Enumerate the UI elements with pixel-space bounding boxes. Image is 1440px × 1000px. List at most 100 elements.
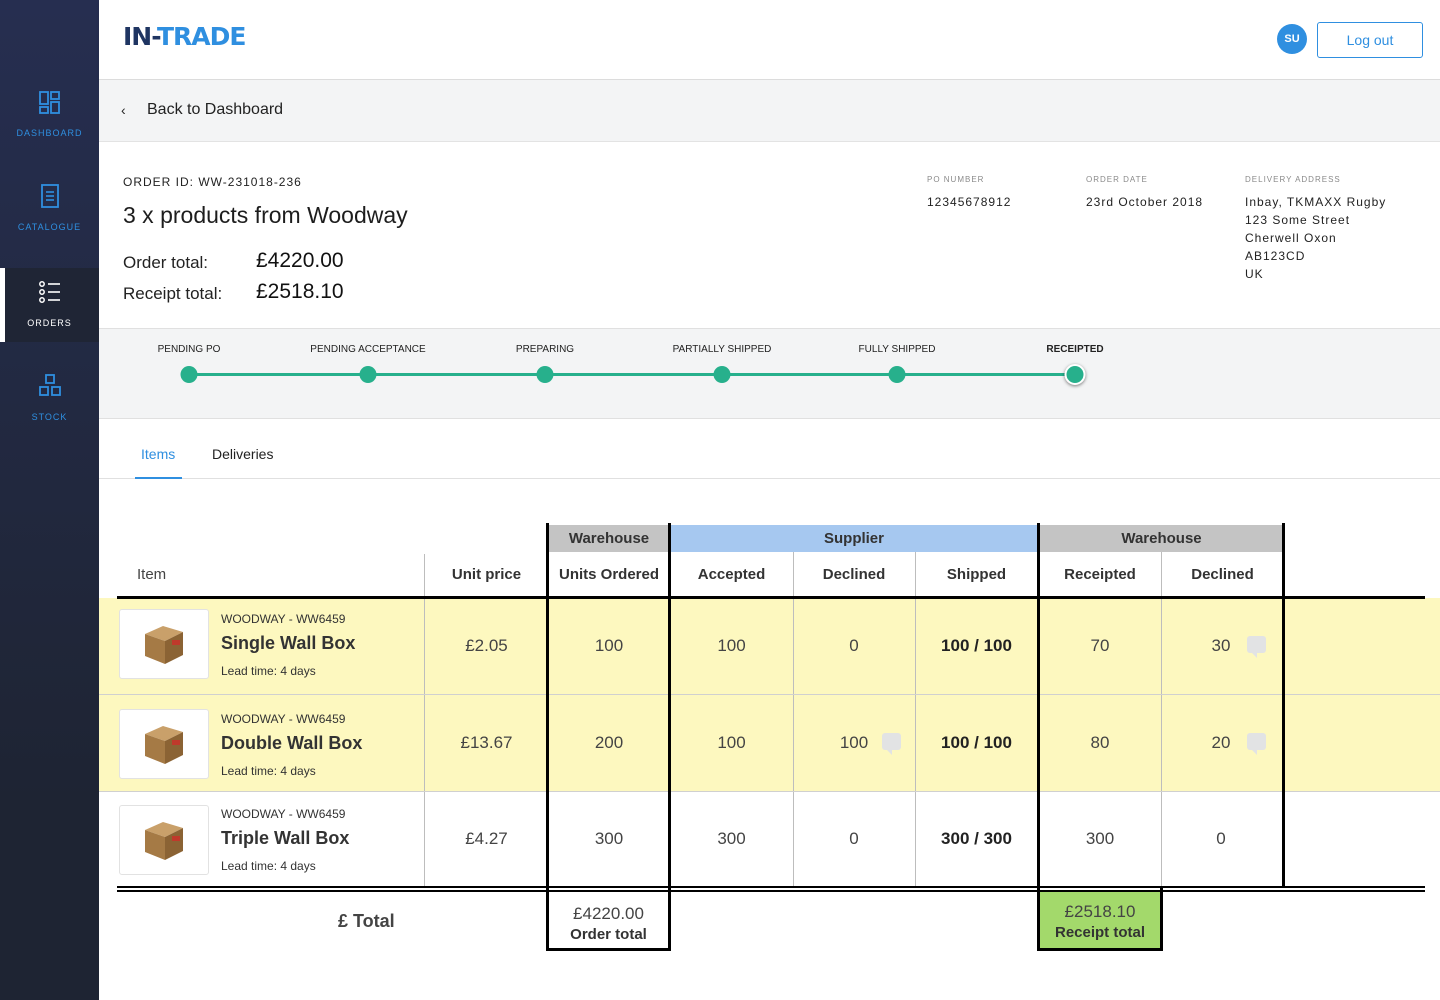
column-header-units-ordered: Units Ordered [558,566,660,583]
delivery-address-label: DELIVERY ADDRESS [1245,175,1341,184]
receipt-total-footer-value: £2518.10 [1064,902,1136,921]
tab-items[interactable]: Items [141,446,175,462]
product-name[interactable]: Double Wall Box [221,733,362,754]
status-step-dot [713,366,731,383]
group-header-warehouse: Warehouse [548,525,670,552]
comment-icon[interactable] [1247,636,1266,658]
group-border [1282,523,1285,888]
units-ordered: 300 [594,829,624,848]
column-header-declined-warehouse: Declined [1191,566,1254,583]
top-header: IN-TRADE SU Log out [99,0,1440,80]
accepted-qty: 100 [717,733,746,752]
status-step-dot [180,366,198,383]
box-icon [145,822,183,860]
warehouse-declined-qty: 0 [1216,829,1226,848]
footer-box-border [1037,948,1163,951]
box-icon [145,726,183,764]
accepted-qty: 300 [717,829,746,848]
sidebar-item-orders[interactable]: ORDERS [0,268,99,342]
status-step-label: FULLY SHIPPED [858,344,936,355]
status-step-dot [536,366,554,383]
comment-icon[interactable] [882,733,901,755]
chevron-left-icon[interactable]: ‹ [121,102,126,118]
address-line: Cherwell Oxon [1245,231,1337,245]
status-step-dot [359,366,377,383]
logo-part-in: IN- [123,22,158,51]
in-trade-logo[interactable]: IN-TRADE [123,22,246,51]
product-name[interactable]: Triple Wall Box [221,828,349,849]
logout-button[interactable]: Log out [1317,22,1423,58]
declined-qty: 0 [849,636,859,655]
order-total-value: £4220.00 [256,249,344,272]
group-header-supplier: Supplier [670,525,1038,552]
table-bottom-border [117,886,1425,888]
shipped-qty: 300 / 300 [941,829,1012,848]
product-sku: WOODWAY - WW6459 [221,612,346,626]
status-step-label: PENDING PO [157,344,221,355]
total-label: £ Total [338,911,395,931]
column-header-accepted: Accepted [697,566,766,583]
address-line: Inbay, TKMAXX Rugby [1245,195,1387,209]
avatar[interactable]: SU [1277,24,1307,54]
product-image[interactable] [119,805,209,875]
lead-time: Lead time: 4 days [221,859,316,873]
lead-time: Lead time: 4 days [221,764,316,778]
product-image[interactable] [119,709,209,779]
sidebar-item-label: ORDERS [27,318,72,328]
order-summary: ORDER ID: WW-231018-236 3 x products fro… [99,142,1440,328]
status-step-label-current: RECEIPTED [1046,344,1104,355]
shipped-qty: 100 / 100 [941,636,1012,655]
receipted-qty: 70 [1090,636,1110,655]
tab-deliveries[interactable]: Deliveries [212,446,273,462]
product-image[interactable] [119,609,209,679]
product-sku: WOODWAY - WW6459 [221,712,346,726]
receipted-qty: 300 [1085,829,1115,848]
row-divider [99,791,1440,792]
group-header-warehouse-received: Warehouse [1039,525,1284,552]
table-bottom-border [117,890,1425,892]
tab-active-indicator [135,477,182,479]
column-header-item: Item [137,566,167,583]
status-step-dot-current [1064,364,1086,385]
catalogue-icon [40,184,59,208]
column-header-shipped: Shipped [946,566,1007,583]
status-step-dot [888,366,906,383]
back-to-dashboard-link[interactable]: Back to Dashboard [147,101,283,119]
order-total-label: Order total: [123,253,209,272]
comment-icon[interactable] [1247,733,1266,755]
order-title: 3 x products from Woodway [123,202,408,228]
address-line: AB123CD [1245,249,1306,263]
receipt-total-footer-label: Receipt total [1054,924,1145,941]
product-name[interactable]: Single Wall Box [221,633,355,654]
units-ordered: 200 [594,733,624,752]
sidebar-item-label: STOCK [31,412,68,422]
sidebar-item-stock[interactable]: STOCK [0,372,99,466]
sidebar: DASHBOARD CATALOGUE ORDERS STOCK [0,0,99,1000]
status-step-label: PENDING ACCEPTANCE [310,344,426,355]
sidebar-item-label: DASHBOARD [16,128,83,138]
sidebar-item-catalogue[interactable]: CATALOGUE [0,182,99,276]
stock-icon [38,374,61,396]
product-sku: WOODWAY - WW6459 [221,807,346,821]
column-header-unit-price: Unit price [451,566,522,583]
row-divider [99,694,1440,695]
po-number-value: 12345678912 [927,195,1012,209]
units-ordered: 100 [594,636,624,655]
orders-icon [38,281,60,303]
sidebar-item-label: CATALOGUE [17,222,82,232]
sidebar-item-dashboard[interactable]: DASHBOARD [0,88,99,182]
order-total-footer-label: Order total [570,926,647,943]
shipped-qty: 100 / 100 [941,733,1012,752]
address-line: UK [1245,267,1264,281]
status-step-label: PREPARING [515,344,575,355]
footer-box-border [546,948,671,951]
receipted-qty: 80 [1090,733,1110,752]
back-bar: ‹ Back to Dashboard [99,80,1440,142]
column-header-declined: Declined [822,566,886,583]
order-status-tracker: PENDING PO PENDING ACCEPTANCE PREPARING … [99,328,1440,419]
address-line: 123 Some Street [1245,213,1351,227]
accepted-qty: 100 [717,636,746,655]
group-border [1160,888,1163,951]
unit-price: £2.05 [465,636,508,655]
order-id: ORDER ID: WW-231018-236 [123,175,302,189]
